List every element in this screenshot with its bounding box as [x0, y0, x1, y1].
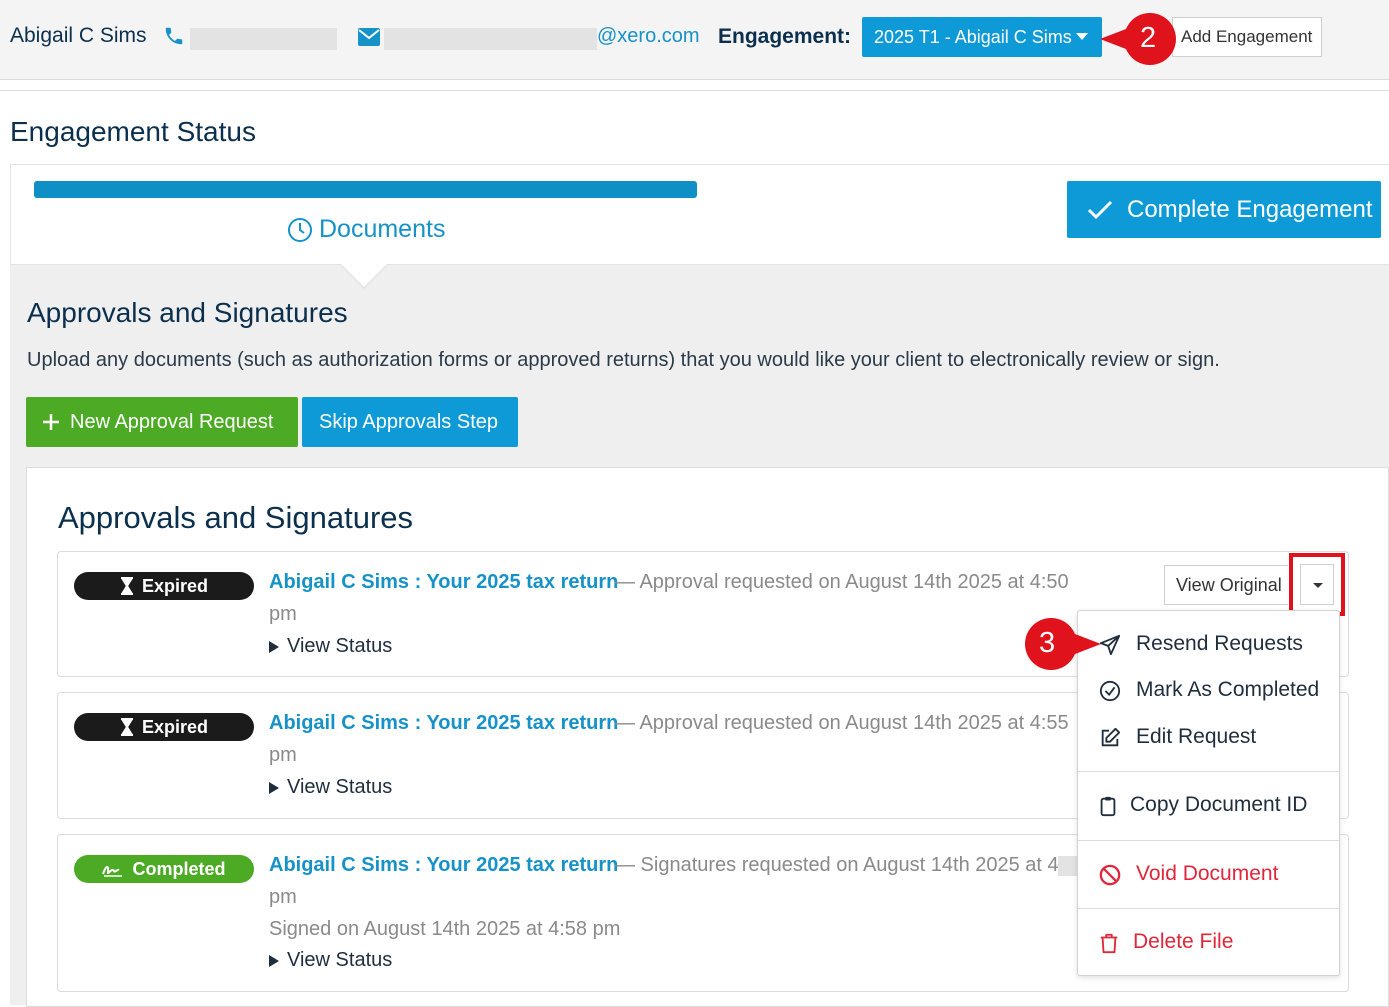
- hourglass-icon: [120, 577, 133, 595]
- engagement-select[interactable]: 2025 T1 - Abigail C Sims: [862, 17, 1102, 57]
- menu-item-resend-requests[interactable]: Resend Requests: [1078, 625, 1339, 665]
- complete-engagement-label: Complete Engagement: [1127, 195, 1373, 223]
- engagement-status-panel: Documents Complete Engagement: [10, 164, 1389, 265]
- view-original-button[interactable]: View Original: [1164, 565, 1288, 605]
- triangle-right-icon: [269, 640, 279, 653]
- request-time-suffix: pm: [269, 603, 297, 625]
- status-badge-label: Completed: [132, 858, 226, 879]
- caret-down-icon: [1313, 583, 1323, 588]
- view-status-label: View Status: [287, 776, 393, 798]
- menu-divider: [1078, 840, 1339, 841]
- new-approval-request-button[interactable]: New Approval Request: [26, 397, 298, 447]
- menu-item-label: Delete File: [1133, 930, 1234, 953]
- actions-dropdown-toggle-inner[interactable]: [1300, 564, 1334, 605]
- signed-info: Signed on August 14th 2025 at 4:58 pm: [269, 918, 621, 940]
- approvals-list-title: Approvals and Signatures: [58, 500, 414, 535]
- header-divider: [0, 90, 1389, 91]
- client-email[interactable]: @xero.com: [597, 25, 700, 48]
- step-marker-3-label: 3: [1039, 627, 1056, 659]
- mail-icon: [358, 28, 380, 51]
- request-info: — Approval requested on August 14th 2025…: [615, 712, 1069, 734]
- check-icon: [1087, 200, 1113, 219]
- triangle-right-icon: [269, 781, 279, 794]
- document-link[interactable]: Abigail C Sims : Your 2025 tax return: [269, 854, 618, 877]
- request-time-suffix: pm: [269, 886, 297, 908]
- ban-icon: [1099, 864, 1121, 886]
- phone-icon: [163, 25, 185, 52]
- step-marker-2: 2: [1098, 11, 1176, 67]
- menu-divider: [1078, 771, 1339, 772]
- engagement-label: Engagement:: [718, 25, 852, 48]
- add-engagement-button[interactable]: Add Engagement: [1172, 17, 1322, 57]
- step-marker-2-label: 2: [1140, 22, 1157, 54]
- signature-icon: [102, 866, 123, 877]
- view-status-toggle[interactable]: View Status: [269, 635, 392, 658]
- menu-item-label: Void Document: [1136, 862, 1279, 885]
- check-circle-icon: [1099, 680, 1121, 702]
- caret-down-icon: [1076, 33, 1088, 40]
- menu-item-label: Mark As Completed: [1136, 678, 1320, 701]
- step-pointer: [340, 263, 388, 287]
- step-marker-3: 3: [1015, 616, 1101, 672]
- view-status-toggle[interactable]: View Status: [269, 776, 392, 799]
- clock-icon: [288, 217, 312, 242]
- status-badge-expired: Expired: [74, 572, 254, 600]
- complete-engagement-button[interactable]: Complete Engagement: [1067, 181, 1381, 238]
- document-link[interactable]: Abigail C Sims : Your 2025 tax return: [269, 712, 618, 735]
- edit-icon: [1101, 727, 1121, 747]
- request-info: — Approval requested on August 14th 2025…: [615, 571, 1069, 593]
- hourglass-icon: [120, 718, 133, 736]
- new-approval-request-label: New Approval Request: [70, 410, 274, 433]
- menu-item-delete-file[interactable]: Delete File: [1078, 923, 1339, 963]
- menu-item-void-document[interactable]: Void Document: [1078, 855, 1339, 895]
- menu-item-copy-document-id[interactable]: Copy Document ID: [1078, 786, 1339, 826]
- request-time-suffix: pm: [269, 744, 297, 766]
- trash-icon: [1100, 933, 1118, 954]
- skip-approvals-button[interactable]: Skip Approvals Step: [302, 397, 518, 447]
- redacted-phone: [190, 28, 337, 50]
- redacted-time: [1058, 856, 1078, 876]
- menu-item-label: Edit Request: [1136, 725, 1257, 748]
- status-badge-completed: Completed: [74, 855, 254, 883]
- client-name: Abigail C Sims: [10, 24, 147, 47]
- actions-dropdown-toggle[interactable]: [1289, 553, 1345, 616]
- document-link[interactable]: Abigail C Sims : Your 2025 tax return: [269, 571, 618, 594]
- step-documents[interactable]: Documents: [287, 215, 445, 244]
- clipboard-icon: [1100, 796, 1116, 817]
- redacted-email: [384, 28, 597, 50]
- status-badge-expired: Expired: [74, 713, 254, 741]
- engagement-select-value: 2025 T1 - Abigail C Sims: [874, 26, 1072, 47]
- request-info: — Signatures requested on August 14th 20…: [615, 854, 1059, 876]
- menu-item-label: Copy Document ID: [1130, 793, 1308, 816]
- menu-item-edit-request[interactable]: Edit Request: [1078, 718, 1339, 758]
- status-badge-label: Expired: [141, 716, 209, 737]
- step-documents-label: Documents: [319, 215, 446, 243]
- plus-icon: [43, 414, 59, 430]
- triangle-right-icon: [269, 954, 279, 967]
- progress-bar: [34, 181, 697, 198]
- view-status-label: View Status: [287, 635, 393, 657]
- actions-dropdown-menu: Resend Requests Mark As Completed Edit R…: [1077, 610, 1340, 976]
- view-status-toggle[interactable]: View Status: [269, 949, 392, 972]
- approvals-description: Upload any documents (such as authorizat…: [27, 349, 1220, 371]
- menu-item-mark-as-completed[interactable]: Mark As Completed: [1078, 671, 1339, 711]
- status-badge-label: Expired: [141, 575, 209, 596]
- menu-item-label: Resend Requests: [1136, 632, 1303, 655]
- view-status-label: View Status: [287, 949, 393, 971]
- page-title: Engagement Status: [10, 116, 256, 147]
- menu-divider: [1078, 908, 1339, 909]
- approvals-title: Approvals and Signatures: [27, 297, 348, 328]
